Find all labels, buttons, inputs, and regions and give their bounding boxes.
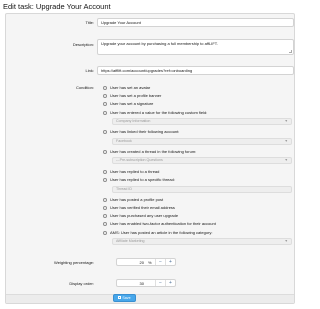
save-button[interactable]: Save xyxy=(113,294,136,302)
radio-icon[interactable] xyxy=(103,230,107,235)
title-input[interactable]: Upgrade Your Account xyxy=(97,18,294,27)
description-label: Description: xyxy=(72,42,94,47)
condition-option-signature[interactable]: User has set a signature xyxy=(103,101,153,106)
condition-option-profile-post[interactable]: User has posted a profile post xyxy=(103,197,163,202)
radio-icon[interactable] xyxy=(103,197,107,202)
description-text: Upgrade your account by purchasing a ful… xyxy=(101,41,218,46)
display-order-value[interactable]: 30 xyxy=(140,281,144,286)
plus-icon[interactable]: + xyxy=(165,259,175,265)
form-footer xyxy=(6,294,294,303)
chevron-down-icon: ▼ xyxy=(284,139,288,143)
save-icon xyxy=(118,296,122,300)
radio-icon[interactable] xyxy=(103,85,107,90)
weighting-label: Weighting percentage: xyxy=(54,260,94,265)
category-select: Affiliate Marketing ▼ xyxy=(112,238,292,245)
condition-option-custom-field[interactable]: User has entered a value for the followi… xyxy=(103,110,207,115)
minus-icon[interactable]: − xyxy=(155,280,165,286)
condition-option-linked-account[interactable]: User has linked their following account: xyxy=(103,129,179,134)
condition-option-verified-email[interactable]: User has verified their email address xyxy=(103,205,175,210)
chevron-down-icon: ▼ xyxy=(284,158,288,162)
radio-icon[interactable] xyxy=(103,129,107,134)
condition-option-replied-thread[interactable]: User has replied to a thread xyxy=(103,169,159,174)
weighting-stepper[interactable]: 20 % − + xyxy=(116,258,176,266)
display-order-stepper[interactable]: 30 − + xyxy=(116,279,176,287)
forum-select: ---Pre-subscription Questions ▼ xyxy=(112,157,292,164)
custom-field-select: Company Information ▼ xyxy=(112,118,292,125)
radio-icon[interactable] xyxy=(103,93,107,98)
weighting-value[interactable]: 20 xyxy=(140,260,144,265)
radio-icon[interactable] xyxy=(103,169,107,174)
chevron-down-icon: ▼ xyxy=(284,119,288,123)
radio-icon[interactable] xyxy=(103,110,107,115)
radio-icon[interactable] xyxy=(103,221,107,226)
description-textarea[interactable]: Upgrade your account by purchasing a ful… xyxy=(97,39,294,55)
page-title: Edit task: Upgrade Your Account xyxy=(3,2,111,11)
radio-icon[interactable] xyxy=(103,101,107,106)
radio-icon[interactable] xyxy=(103,213,107,218)
minus-icon[interactable]: − xyxy=(155,259,165,265)
radio-icon[interactable] xyxy=(103,149,107,154)
weighting-unit: % xyxy=(148,260,152,265)
plus-icon[interactable]: + xyxy=(165,280,175,286)
title-label: Title: xyxy=(85,20,94,25)
condition-option-banner[interactable]: User has set a profile banner xyxy=(103,93,161,98)
condition-option-two-factor[interactable]: User has enabled two-factor authenticati… xyxy=(103,221,216,226)
display-order-label: Display order: xyxy=(69,281,94,286)
condition-option-user-upgrade[interactable]: User has purchased any user upgrade xyxy=(103,213,178,218)
linked-account-select: Facebook ▼ xyxy=(112,138,292,145)
condition-option-avatar[interactable]: User has set an avatar xyxy=(103,85,150,90)
condition-option-ams-article[interactable]: AMS: User has posted an article in the f… xyxy=(103,230,213,235)
link-input[interactable]: https://affllft.com/account/upgrades?ref… xyxy=(97,66,294,75)
condition-label: Condition: xyxy=(75,85,94,90)
resize-grip-icon[interactable] xyxy=(289,50,292,53)
radio-icon[interactable] xyxy=(103,205,107,210)
radio-icon[interactable] xyxy=(103,177,107,182)
chevron-down-icon: ▼ xyxy=(284,239,288,243)
thread-id-input: Thread ID xyxy=(112,186,292,193)
link-label: Link: xyxy=(85,68,94,73)
condition-option-replied-specific[interactable]: User has replied to a specific thread: xyxy=(103,177,175,182)
condition-option-forum-thread[interactable]: User has created a thread in the followi… xyxy=(103,149,196,154)
